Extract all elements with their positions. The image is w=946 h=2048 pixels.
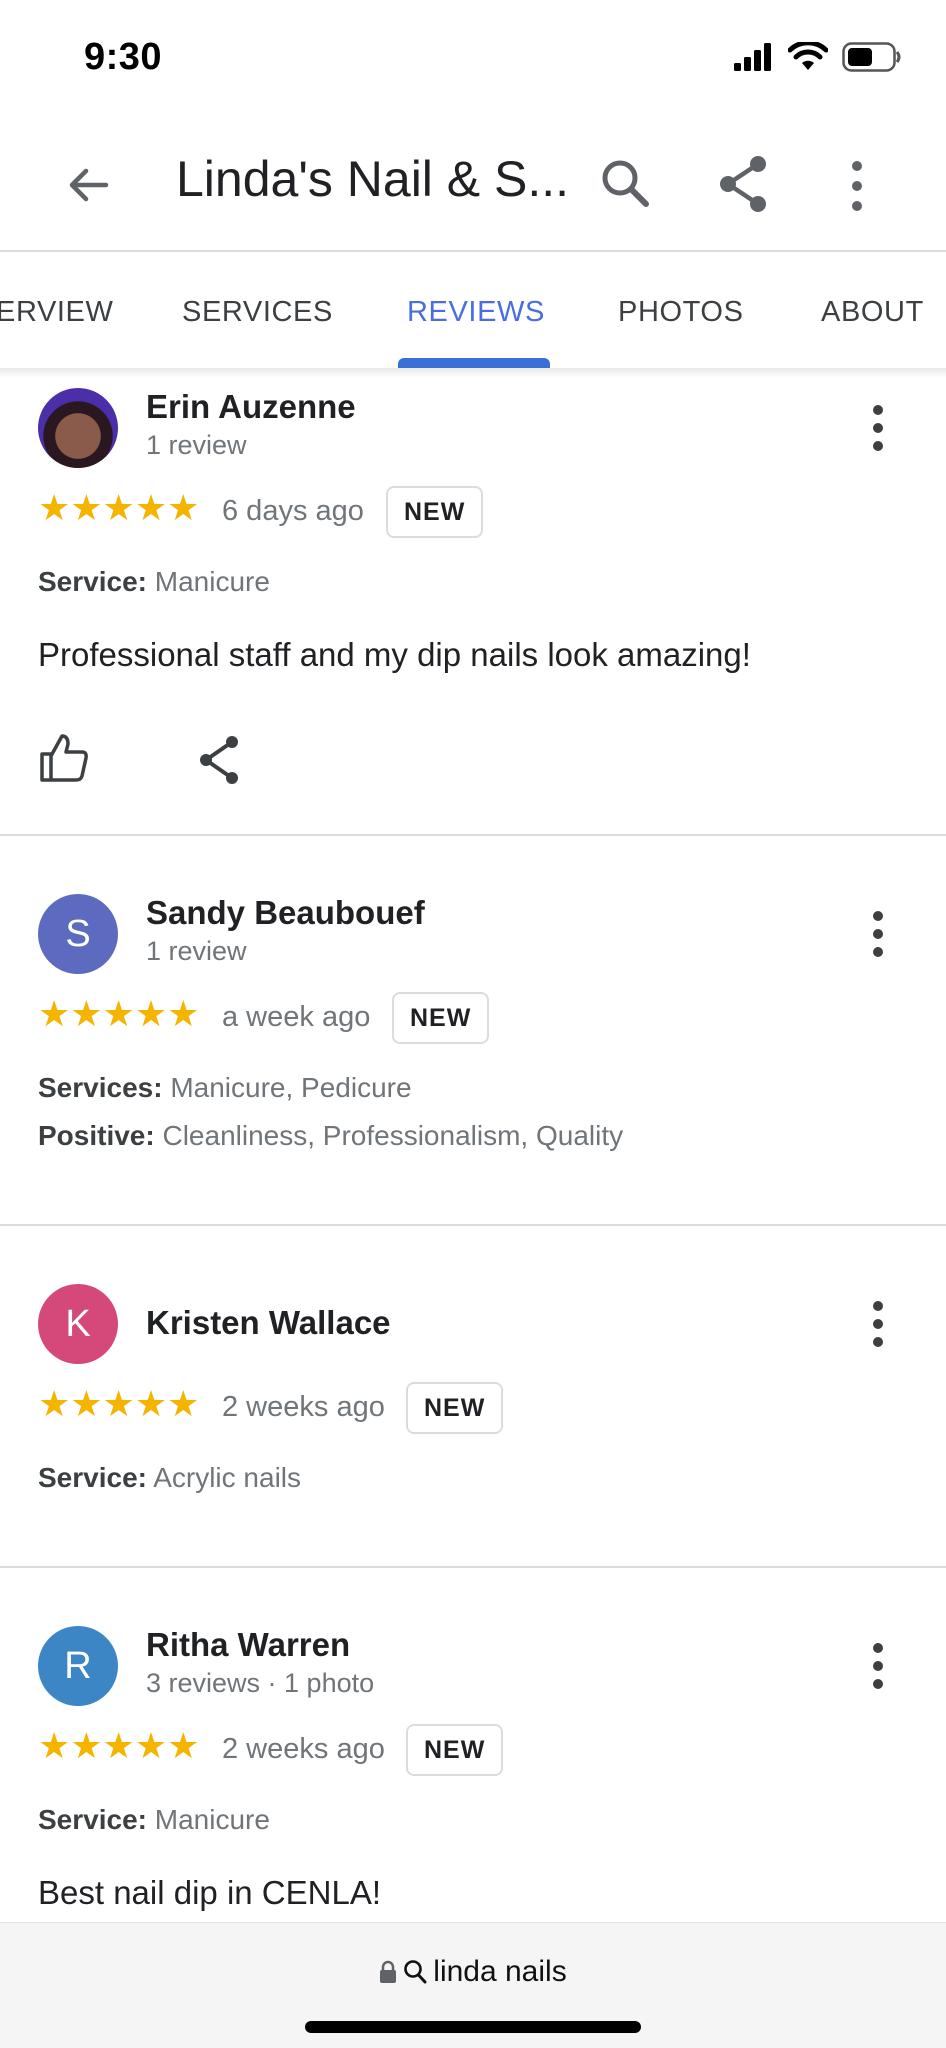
positive-line: Positive: Cleanliness, Professionalism, … (38, 1120, 623, 1152)
battery-icon (842, 42, 901, 72)
attr-label: Service: (38, 566, 147, 597)
search-icon[interactable] (598, 156, 654, 212)
attr-value: Manicure, Pedicure (170, 1072, 412, 1103)
avatar[interactable] (38, 388, 118, 468)
review-time: a week ago (222, 1001, 371, 1033)
review-text: Professional staff and my dip nails look… (38, 636, 751, 673)
avatar[interactable]: R (38, 1626, 118, 1706)
reviewer-meta: 1 review (146, 430, 247, 460)
avatar[interactable]: K (38, 1284, 118, 1364)
star-icons: ★★★★★ (38, 993, 200, 1034)
attr-label: Service: (38, 1804, 147, 1835)
avatar[interactable]: S (38, 894, 118, 974)
review-card: R Ritha Warren 3 reviews · 1 photo ★★★★★… (0, 1568, 946, 1922)
more-vert-icon[interactable] (842, 158, 872, 214)
reviewer-name[interactable]: Kristen Wallace (146, 1304, 391, 1342)
reviewer-meta: 3 reviews · 1 photo (146, 1668, 375, 1698)
attr-value: Acrylic nails (153, 1462, 302, 1493)
star-icons: ★★★★★ (38, 1725, 200, 1766)
thumbs-up-icon[interactable] (38, 732, 90, 784)
new-badge: NEW (386, 486, 484, 538)
star-icons: ★★★★★ (38, 487, 200, 528)
review-text: Best nail dip in CENLA! (38, 1874, 382, 1911)
reviewer-name[interactable]: Erin Auzenne (146, 388, 356, 426)
app-bar: Linda's Nail & S... (0, 120, 946, 250)
tab-services[interactable]: SERVICES (182, 296, 333, 329)
review-time: 2 weeks ago (222, 1391, 385, 1423)
share-icon[interactable] (716, 154, 772, 214)
attr-label: Services: (38, 1072, 163, 1103)
review-time: 6 days ago (222, 495, 364, 527)
reviewer-meta: 1 review (146, 936, 247, 966)
review-time: 2 weeks ago (222, 1733, 385, 1765)
url-content: linda nails (0, 1955, 946, 1989)
tab-about[interactable]: ABOUT (821, 296, 924, 329)
tab-active-indicator (398, 358, 550, 368)
attr-value: Cleanliness, Professionalism, Quality (162, 1120, 624, 1151)
attr-value: Manicure (154, 1804, 270, 1835)
star-rating: ★★★★★ (38, 996, 199, 1032)
tab-reviews[interactable]: REVIEWS (407, 296, 545, 329)
star-rating: ★★★★★ (38, 1386, 199, 1422)
service-line: Service: Acrylic nails (38, 1462, 301, 1494)
url-bar[interactable]: linda nails (0, 1922, 946, 2048)
service-line: Service: Manicure (38, 566, 270, 598)
new-badge: NEW (406, 1382, 504, 1434)
review-card: Erin Auzenne 1 review ★★★★★ 6 days ago N… (0, 380, 946, 834)
more-vert-icon[interactable] (864, 1642, 892, 1690)
share-icon[interactable] (196, 734, 244, 786)
wifi-icon (788, 42, 828, 70)
new-badge: NEW (392, 992, 490, 1044)
star-icons: ★★★★★ (38, 1383, 200, 1424)
attr-label: Service: (38, 1462, 147, 1493)
reviewer-name[interactable]: Ritha Warren (146, 1626, 350, 1664)
star-rating: ★★★★★ (38, 1728, 199, 1764)
review-card: K Kristen Wallace ★★★★★ 2 weeks ago NEW … (0, 1226, 946, 1566)
services-line: Services: Manicure, Pedicure (38, 1072, 412, 1104)
star-rating: ★★★★★ (38, 490, 199, 526)
more-vert-icon[interactable] (864, 404, 892, 452)
more-vert-icon[interactable] (864, 1300, 892, 1348)
more-vert-icon[interactable] (864, 910, 892, 958)
url-text: linda nails (433, 1955, 567, 1988)
service-line: Service: Manicure (38, 1804, 270, 1836)
tabs-shadow (0, 368, 946, 378)
lock-icon (380, 1960, 397, 1983)
status-icons (734, 42, 902, 72)
review-card: S Sandy Beaubouef 1 review ★★★★★ a week … (0, 836, 946, 1224)
new-badge: NEW (406, 1724, 504, 1776)
tab-bar: ERVIEW SERVICES REVIEWS PHOTOS ABOUT (0, 252, 946, 370)
attr-label: Positive: (38, 1120, 155, 1151)
attr-value: Manicure (154, 566, 270, 597)
search-icon (404, 1960, 427, 1984)
tab-photos[interactable]: PHOTOS (618, 296, 744, 329)
reviewer-name[interactable]: Sandy Beaubouef (146, 894, 425, 932)
back-arrow-icon[interactable] (62, 158, 116, 212)
status-time: 9:30 (84, 36, 163, 78)
page-title: Linda's Nail & S... (176, 151, 570, 207)
tab-overview[interactable]: ERVIEW (0, 296, 113, 329)
signal-icon (734, 43, 771, 71)
status-bar: 9:30 (0, 0, 946, 120)
home-indicator[interactable] (305, 2021, 641, 2033)
